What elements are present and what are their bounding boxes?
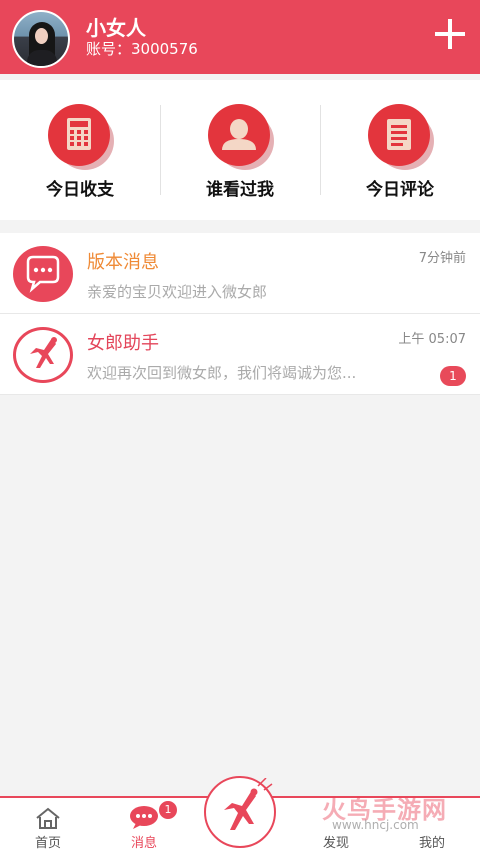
message-preview: 亲爱的宝贝欢迎进入微女郎 — [87, 283, 268, 301]
message-title: 版本消息 — [87, 252, 159, 273]
dancer-icon — [13, 327, 73, 383]
message-time: 上午 05:07 — [398, 332, 466, 347]
message-preview: 欢迎再次回到微女郎，我们将竭诚为您... — [87, 364, 357, 382]
quick-action-comments[interactable]: 今日评论 — [320, 80, 480, 220]
messages-tab-badge: 1 — [158, 800, 178, 820]
avatar[interactable] — [12, 10, 70, 68]
tab-label: 首页 — [34, 836, 61, 851]
tab-label: 消息 — [130, 836, 157, 851]
quick-action-label: 今日评论 — [366, 180, 434, 200]
tab-home[interactable]: 首页 — [8, 798, 88, 852]
account-number: 账号：3000576 — [86, 40, 198, 58]
message-list: 版本消息 亲爱的宝贝欢迎进入微女郎 7分钟前 女郎助手 欢迎再次回到微女郎，我们… — [0, 233, 480, 395]
chat-bubble-icon — [130, 806, 158, 829]
document-icon — [368, 104, 430, 166]
list-item[interactable]: 版本消息 亲爱的宝贝欢迎进入微女郎 7分钟前 — [0, 233, 480, 314]
home-icon — [36, 807, 60, 829]
list-item[interactable]: 女郎助手 欢迎再次回到微女郎，我们将竭诚为您... 上午 05:07 1 — [0, 314, 480, 395]
quick-action-label: 谁看过我 — [206, 180, 274, 200]
add-plus-icon[interactable] — [434, 18, 466, 50]
user-name: 小女人 — [86, 16, 146, 40]
person-icon — [208, 104, 270, 166]
calculator-icon — [48, 104, 110, 166]
message-title: 女郎助手 — [87, 333, 159, 354]
chat-bubble-icon — [13, 246, 73, 302]
quick-actions-panel: 今日收支 谁看过我 今日评论 — [0, 80, 480, 220]
quick-action-visitors[interactable]: 谁看过我 — [160, 80, 320, 220]
tab-label: 发现 — [322, 836, 349, 851]
center-dancer-button[interactable] — [204, 776, 276, 848]
header: 小女人 账号：3000576 — [0, 0, 480, 74]
quick-action-income[interactable]: 今日收支 — [0, 80, 160, 220]
tab-label: 我的 — [418, 836, 445, 851]
quick-action-label: 今日收支 — [46, 180, 114, 200]
watermark-url: www.hncj.com — [332, 818, 419, 832]
unread-badge: 1 — [440, 366, 466, 386]
message-time: 7分钟前 — [418, 251, 466, 266]
dancer-icon — [224, 777, 273, 830]
